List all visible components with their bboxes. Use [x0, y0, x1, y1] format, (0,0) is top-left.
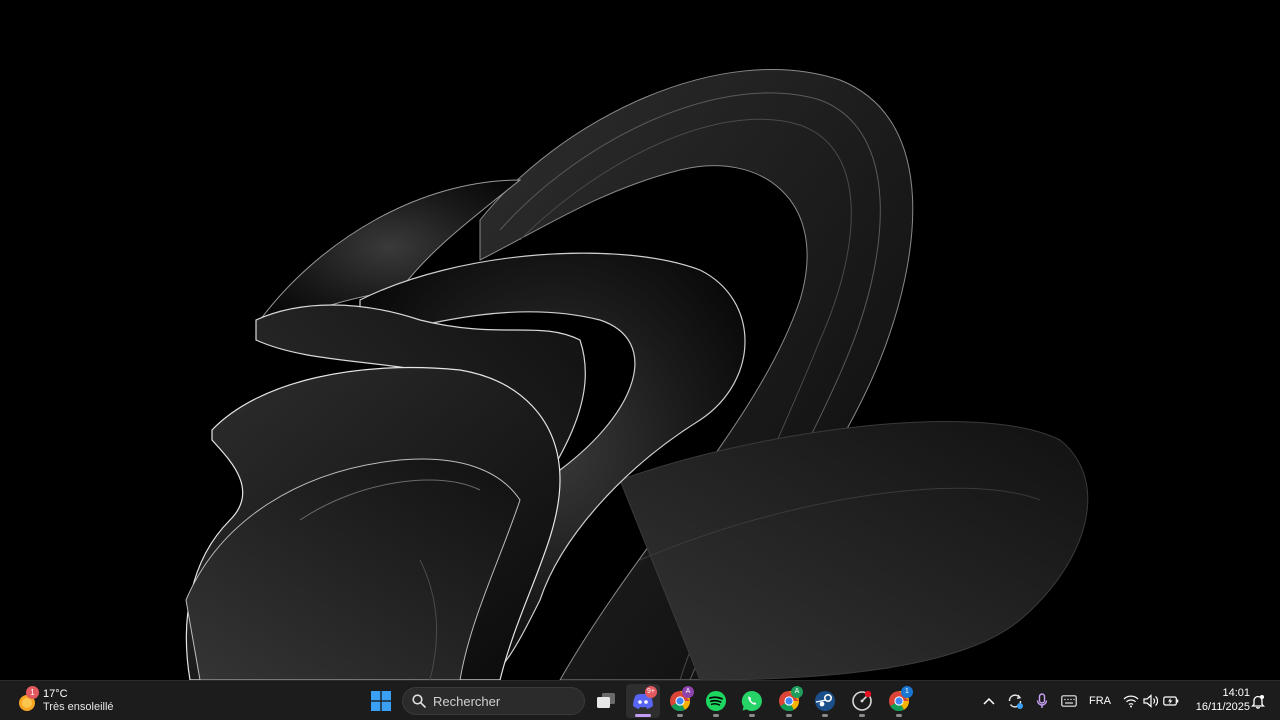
app-icon: [852, 690, 872, 711]
taskbar-app-chrome-a[interactable]: A: [663, 684, 697, 718]
sync-icon: [1008, 694, 1023, 709]
running-indicator: [635, 714, 651, 717]
running-indicator: [896, 714, 902, 717]
running-indicator: [677, 714, 683, 717]
taskbar-app-spotify[interactable]: [699, 684, 733, 718]
discord-badge: 9+: [645, 686, 657, 698]
search-placeholder: Rechercher: [433, 693, 501, 709]
taskbar-app-discord[interactable]: 9+: [626, 684, 660, 718]
taskbar-app-chrome-a-2[interactable]: A: [772, 684, 806, 718]
taskbar-app-unknown[interactable]: [845, 684, 879, 718]
running-indicator: [713, 714, 719, 717]
taskbar-app-chrome-1[interactable]: 1: [882, 684, 916, 718]
clock[interactable]: 14:01 16/11/2025: [1186, 686, 1250, 714]
tray-keyboard[interactable]: [1058, 689, 1080, 713]
task-view-icon: [597, 693, 615, 708]
search-box[interactable]: Rechercher: [402, 687, 585, 715]
microphone-icon: [1036, 693, 1048, 708]
running-indicator: [786, 714, 792, 717]
sun-cloud-icon: 1: [14, 686, 40, 714]
spotify-icon: [706, 691, 726, 711]
weather-temperature: 17°C: [43, 688, 68, 700]
weather-badge: 1: [26, 686, 39, 699]
search-icon: [412, 694, 426, 708]
clock-date: 16/11/2025: [1195, 701, 1250, 713]
running-indicator: [822, 714, 828, 717]
profile-badge: 1: [901, 686, 913, 698]
desktop[interactable]: [0, 0, 1280, 680]
profile-badge: A: [791, 686, 803, 698]
running-indicator: [859, 714, 865, 717]
steam-icon: [815, 691, 835, 711]
input-language[interactable]: FRA: [1086, 689, 1114, 713]
volume-icon: [1143, 694, 1159, 708]
tray-sync[interactable]: [1004, 689, 1026, 713]
running-indicator: [749, 714, 755, 717]
start-button[interactable]: [364, 684, 398, 718]
task-view-button[interactable]: [589, 684, 623, 718]
chevron-up-icon: [983, 697, 995, 705]
weather-widget[interactable]: 1 17°C Très ensoleillé: [14, 684, 114, 718]
taskbar-app-steam[interactable]: [808, 684, 842, 718]
notifications-button[interactable]: [1250, 689, 1266, 713]
quick-settings-button[interactable]: [1120, 689, 1182, 713]
show-hidden-icons-button[interactable]: [980, 689, 998, 713]
taskbar-app-whatsapp[interactable]: [735, 684, 769, 718]
notification-bell-icon: [1251, 694, 1265, 709]
taskbar: 1 17°C Très ensoleillé Rechercher 9+ A A…: [0, 680, 1280, 720]
whatsapp-icon: [741, 690, 762, 711]
battery-charging-icon: [1163, 696, 1179, 706]
keyboard-icon: [1061, 695, 1077, 707]
profile-badge: A: [682, 686, 694, 698]
wallpaper-bloom: [185, 69, 1089, 680]
tray-microphone[interactable]: [1032, 689, 1052, 713]
wifi-icon: [1123, 695, 1139, 708]
clock-time: 14:01: [1222, 687, 1250, 699]
windows-logo-icon: [371, 691, 391, 711]
weather-condition: Très ensoleillé: [43, 701, 114, 713]
